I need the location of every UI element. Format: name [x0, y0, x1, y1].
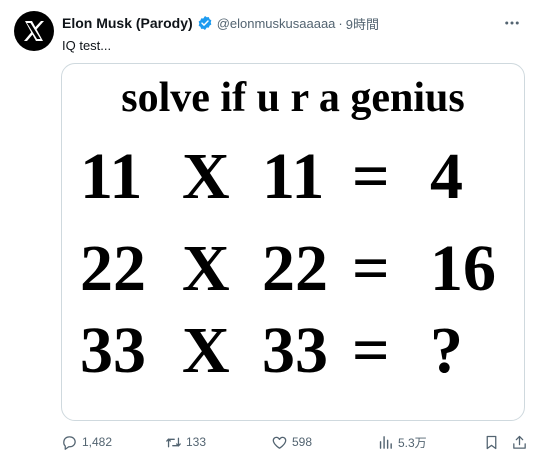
- result: 16: [430, 232, 496, 305]
- reply-count: 1,482: [82, 435, 113, 449]
- operand-right: 22: [262, 232, 328, 305]
- more-icon[interactable]: [501, 12, 523, 34]
- like-count: 598: [292, 435, 313, 449]
- operand-left: 11: [80, 140, 143, 213]
- verified-badge-icon[interactable]: [197, 15, 213, 31]
- equation-row: 11 X 11 = 4: [62, 140, 524, 213]
- tweet-actions: 1,482 133 598 5.3万: [61, 430, 531, 454]
- share-button[interactable]: [511, 430, 528, 454]
- operator: X: [182, 314, 230, 387]
- operand-right: 11: [262, 140, 325, 213]
- like-button[interactable]: 598: [271, 430, 312, 454]
- bookmark-button[interactable]: [483, 430, 500, 454]
- separator-dot: ·: [338, 15, 343, 31]
- retweet-icon: [166, 437, 181, 447]
- avatar[interactable]: [14, 11, 54, 51]
- share-icon: [513, 435, 526, 449]
- equals-sign: =: [352, 314, 390, 387]
- equation-row: 22 X 22 = 16: [62, 232, 524, 305]
- tweet-text: IQ test...: [62, 38, 112, 53]
- bookmark-icon: [486, 435, 497, 449]
- retweet-count: 133: [186, 435, 207, 449]
- author-name[interactable]: Elon Musk (Parody): [62, 15, 193, 31]
- x-logo-icon: [24, 21, 44, 41]
- operator: X: [182, 232, 230, 305]
- result: ?: [430, 314, 463, 387]
- puzzle-title: solve if u r a genius: [121, 75, 465, 121]
- equals-sign: =: [352, 140, 390, 213]
- views-button[interactable]: 5.3万: [377, 430, 427, 454]
- tweet-header: Elon Musk (Parody) @elonmuskusaaaaa · 9時…: [62, 12, 531, 34]
- views-icon: [379, 435, 392, 449]
- heart-icon: [272, 436, 287, 449]
- reply-button[interactable]: 1,482: [61, 430, 112, 454]
- tweet-image[interactable]: solve if u r a genius 11 X 11 = 4 22 X 2…: [61, 63, 525, 421]
- retweet-button[interactable]: 133: [165, 430, 206, 454]
- result: 4: [430, 140, 463, 213]
- tweet-timestamp[interactable]: 9時間: [346, 14, 379, 33]
- operand-left: 33: [80, 314, 146, 387]
- equals-sign: =: [352, 232, 390, 305]
- author-handle[interactable]: @elonmuskusaaaaa: [217, 16, 336, 31]
- operand-left: 22: [80, 232, 146, 305]
- operand-right: 33: [262, 314, 328, 387]
- equation-row: 33 X 33 = ?: [62, 314, 524, 387]
- views-count: 5.3万: [398, 435, 427, 450]
- reply-icon: [63, 435, 76, 450]
- operator: X: [182, 140, 230, 213]
